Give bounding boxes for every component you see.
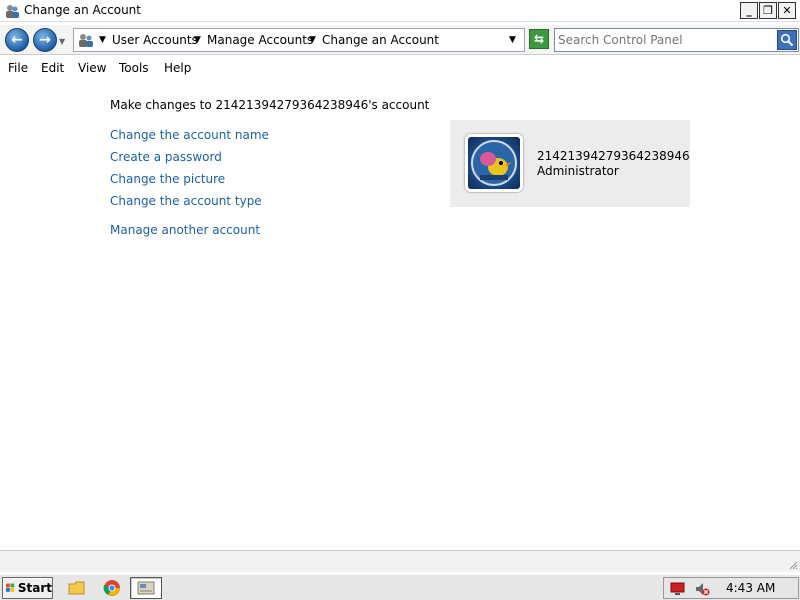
back-button[interactable]: ← [5, 28, 29, 52]
window-title: Change an Account [24, 3, 141, 17]
account-name: 21421394279364238946 [537, 149, 690, 163]
menu-help[interactable]: Help [164, 61, 191, 75]
account-type: Administrator [537, 164, 619, 178]
address-bar: ← → ▼ ▼ User Accounts ▼ Manage Accounts … [0, 25, 800, 55]
resize-grip-icon[interactable] [788, 560, 798, 570]
breadcrumb-separator-icon[interactable]: ▼ [99, 35, 106, 45]
notification-area: 4:43 AM [663, 577, 799, 599]
breadcrumb-user-accounts[interactable]: User Accounts [112, 33, 198, 47]
chrome-icon[interactable] [103, 579, 121, 597]
search-box [554, 28, 799, 52]
breadcrumb: ▼ User Accounts ▼ Manage Accounts ▼ Chan… [73, 28, 525, 52]
manage-another-account-link[interactable]: Manage another account [110, 223, 260, 237]
search-button[interactable] [777, 30, 797, 50]
menu-view[interactable]: View [78, 61, 106, 75]
address-history-dropdown-icon[interactable]: ▼ [509, 35, 516, 45]
maximize-icon: ❐ [763, 4, 773, 17]
change-picture-link[interactable]: Change the picture [110, 172, 225, 186]
users-icon [6, 5, 19, 18]
recent-pages-dropdown-icon[interactable]: ▼ [59, 37, 65, 46]
menu-edit[interactable]: Edit [41, 61, 64, 75]
breadcrumb-separator-icon[interactable]: ▼ [194, 35, 201, 45]
clock[interactable]: 4:43 AM [726, 581, 775, 595]
users-icon[interactable] [77, 32, 95, 48]
menu-file[interactable]: File [8, 61, 28, 75]
menu-tools[interactable]: Tools [119, 61, 149, 75]
back-arrow-icon: ← [11, 32, 23, 48]
create-password-link[interactable]: Create a password [110, 150, 222, 164]
start-label: Start [17, 581, 52, 595]
page-title: Make changes to 21421394279364238946's a… [110, 98, 430, 112]
change-account-type-link[interactable]: Change the account type [110, 194, 262, 208]
change-account-name-link[interactable]: Change the account name [110, 128, 269, 142]
birds-picture-icon [471, 140, 517, 186]
refresh-button[interactable]: ⇆ [529, 29, 549, 49]
breadcrumb-change-an-account[interactable]: Change an Account [322, 33, 439, 47]
search-input[interactable] [558, 31, 773, 49]
forward-arrow-icon: → [39, 32, 51, 48]
account-card: 21421394279364238946 Administrator [450, 120, 690, 207]
control-panel-icon [137, 581, 155, 595]
status-bar [0, 550, 800, 572]
magnifier-icon [780, 33, 794, 47]
control-panel-window: Change an Account _ ❐ ✕ ← → ▼ ▼ User Acc… [0, 0, 800, 574]
taskbar: Start 4:43 AM [0, 574, 800, 600]
close-button[interactable]: ✕ [778, 2, 796, 19]
refresh-icon: ⇆ [533, 32, 545, 46]
breadcrumb-separator-icon[interactable]: ▼ [309, 35, 316, 45]
close-icon: ✕ [782, 4, 792, 17]
breadcrumb-manage-accounts[interactable]: Manage Accounts [207, 33, 313, 47]
control-panel-task-button[interactable] [130, 577, 162, 599]
menu-bar: File Edit View Tools Help [0, 57, 800, 79]
forward-button[interactable]: → [33, 28, 57, 52]
folder-icon[interactable] [68, 579, 86, 597]
start-button[interactable]: Start [2, 577, 53, 599]
volume-muted-icon[interactable] [694, 581, 710, 597]
minimize-icon: _ [746, 4, 752, 17]
windows-flag-icon [6, 583, 15, 592]
avatar [465, 134, 523, 192]
minimize-button[interactable]: _ [740, 2, 758, 19]
maximize-button[interactable]: ❐ [759, 2, 777, 19]
network-icon[interactable] [670, 581, 686, 597]
title-bar: Change an Account _ ❐ ✕ [0, 0, 800, 22]
